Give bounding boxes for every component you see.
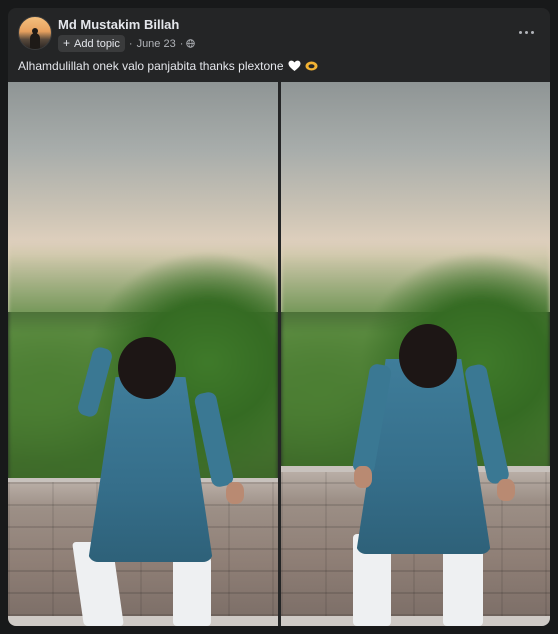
more-options-icon[interactable] — [514, 22, 538, 42]
avatar[interactable] — [18, 16, 52, 50]
plus-icon: + — [63, 36, 71, 50]
dot — [518, 30, 522, 34]
caption-text: Alhamdulillah onek valo panjabita thanks… — [18, 59, 284, 73]
photo-right[interactable] — [281, 82, 550, 626]
hand-heart-icon — [305, 61, 318, 71]
post-caption: Alhamdulillah onek valo panjabita thanks… — [18, 59, 318, 73]
person-arm — [76, 345, 114, 419]
post-card: Md Mustakim Billah + Add topic · June 23… — [8, 8, 550, 626]
post-header: Md Mustakim Billah + Add topic · June 23… — [18, 16, 540, 60]
person-kurta — [88, 377, 213, 562]
post-meta: + Add topic · June 23 · — [58, 35, 196, 52]
white-heart-icon — [288, 60, 301, 71]
dot — [524, 30, 528, 34]
person-hair — [399, 324, 457, 388]
meta-separator: · — [128, 37, 133, 50]
person-hand — [226, 482, 244, 504]
photo-scene — [8, 82, 278, 626]
globe-icon[interactable] — [186, 39, 196, 48]
person-pants — [443, 549, 483, 626]
person-hand — [497, 479, 515, 501]
photo-divider — [278, 82, 281, 626]
meta-separator: · — [179, 37, 184, 50]
post-date[interactable]: June 23 — [137, 38, 176, 50]
author-name[interactable]: Md Mustakim Billah — [58, 17, 179, 32]
photo-scene — [281, 82, 550, 626]
avatar-figure-body — [30, 33, 40, 49]
dot — [530, 30, 534, 34]
person-hair — [118, 337, 176, 399]
person-hand — [354, 466, 372, 488]
photo-person — [351, 324, 521, 626]
add-topic-button[interactable]: + Add topic — [58, 35, 125, 52]
add-topic-label: Add topic — [74, 37, 120, 50]
photo-person — [72, 337, 248, 626]
person-pants — [173, 557, 211, 626]
photo-left[interactable] — [8, 82, 278, 626]
